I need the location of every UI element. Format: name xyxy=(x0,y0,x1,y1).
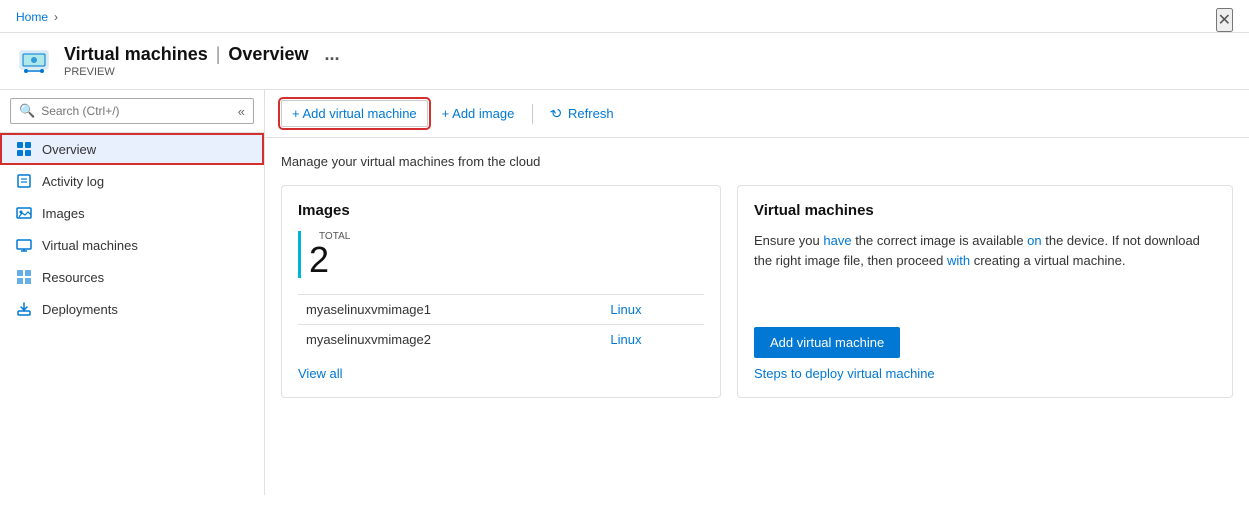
search-bar: 🔍 « xyxy=(0,90,264,133)
deployments-icon xyxy=(16,301,32,317)
refresh-button[interactable]: ↻ Refresh xyxy=(541,100,623,127)
sidebar-item-label: Resources xyxy=(42,270,104,285)
refresh-icon: ↻ xyxy=(548,103,567,124)
sidebar-item-virtual-machines[interactable]: Virtual machines xyxy=(0,229,264,261)
view-all-link[interactable]: View all xyxy=(298,366,343,381)
image-name-1: myaselinuxvmimage1 xyxy=(298,295,602,325)
content-body: Manage your virtual machines from the cl… xyxy=(265,138,1249,414)
sidebar-item-images[interactable]: Images xyxy=(0,197,264,229)
images-card: Images Total 2 myaselinuxvmimage1 Linux xyxy=(281,185,721,398)
vm-card-description: Ensure you have the correct image is ava… xyxy=(754,231,1216,270)
activity-log-icon xyxy=(16,173,32,189)
vm-card: Virtual machines Ensure you have the cor… xyxy=(737,185,1233,398)
cards-row: Images Total 2 myaselinuxvmimage1 Linux xyxy=(281,185,1233,398)
desc-highlight-1: have xyxy=(823,233,851,248)
images-icon xyxy=(16,205,32,221)
images-total-count: Total 2 xyxy=(298,231,704,278)
toolbar-separator xyxy=(532,104,533,124)
search-wrap[interactable]: 🔍 « xyxy=(10,98,254,124)
top-bar: Home › ✕ xyxy=(0,0,1249,33)
page-title-main: Virtual machines xyxy=(64,44,208,65)
breadcrumb: Home › xyxy=(16,10,58,30)
page-header: Virtual machines | Overview ... PREVIEW xyxy=(0,33,1249,90)
sidebar-item-label: Images xyxy=(42,206,85,221)
collapse-sidebar-button[interactable]: « xyxy=(238,104,245,119)
content-subtitle: Manage your virtual machines from the cl… xyxy=(281,154,1233,169)
desc-highlight-2: on xyxy=(1027,233,1041,248)
deploy-link[interactable]: Steps to deploy virtual machine xyxy=(754,366,935,381)
more-options-button[interactable]: ... xyxy=(324,44,339,65)
vm-card-title: Virtual machines xyxy=(754,202,1216,219)
preview-badge: PREVIEW xyxy=(64,66,340,78)
toolbar: + Add virtual machine + Add image ↻ Refr… xyxy=(265,90,1249,138)
resources-icon xyxy=(16,269,32,285)
table-row: myaselinuxvmimage2 Linux xyxy=(298,325,704,355)
page-title-sub: Overview xyxy=(228,44,308,65)
add-virtual-machine-card-button[interactable]: Add virtual machine xyxy=(754,327,900,358)
home-link[interactable]: Home xyxy=(16,10,48,24)
images-card-title: Images xyxy=(298,202,704,219)
image-name-2: myaselinuxvmimage2 xyxy=(298,325,602,355)
main-layout: 🔍 « Overview xyxy=(0,90,1249,495)
table-row: myaselinuxvmimage1 Linux xyxy=(298,295,704,325)
sidebar-item-overview[interactable]: Overview xyxy=(0,133,264,165)
breadcrumb-chevron: › xyxy=(54,10,58,24)
sidebar-item-label: Overview xyxy=(42,142,96,157)
sidebar-item-label: Activity log xyxy=(42,174,104,189)
sidebar-item-label: Deployments xyxy=(42,302,118,317)
add-image-button[interactable]: + Add image xyxy=(432,101,525,126)
vm-card-actions: Add virtual machine Steps to deploy virt… xyxy=(754,327,1216,381)
desc-highlight-3: with xyxy=(947,253,970,268)
sidebar-item-deployments[interactable]: Deployments xyxy=(0,293,264,325)
sidebar-item-label: Virtual machines xyxy=(42,238,138,253)
search-icon: 🔍 xyxy=(19,103,35,119)
vm-header-icon xyxy=(16,43,52,79)
image-type-1: Linux xyxy=(602,295,704,325)
total-label: Total xyxy=(309,231,704,242)
images-count-number: 2 xyxy=(309,242,704,278)
sidebar-item-activity-log[interactable]: Activity log xyxy=(0,165,264,197)
content-area: + Add virtual machine + Add image ↻ Refr… xyxy=(265,90,1249,495)
title-divider: | xyxy=(216,44,221,65)
add-virtual-machine-button[interactable]: + Add virtual machine xyxy=(281,100,428,127)
search-input[interactable] xyxy=(41,104,232,118)
image-type-2: Linux xyxy=(602,325,704,355)
virtual-machines-icon xyxy=(16,237,32,253)
sidebar-item-resources[interactable]: Resources xyxy=(0,261,264,293)
header-title-block: Virtual machines | Overview ... PREVIEW xyxy=(64,44,340,78)
images-table: myaselinuxvmimage1 Linux myaselinuxvmima… xyxy=(298,294,704,354)
sidebar: 🔍 « Overview xyxy=(0,90,265,495)
close-button[interactable]: ✕ xyxy=(1216,8,1233,32)
overview-icon xyxy=(16,141,32,157)
refresh-label: Refresh xyxy=(568,106,614,121)
